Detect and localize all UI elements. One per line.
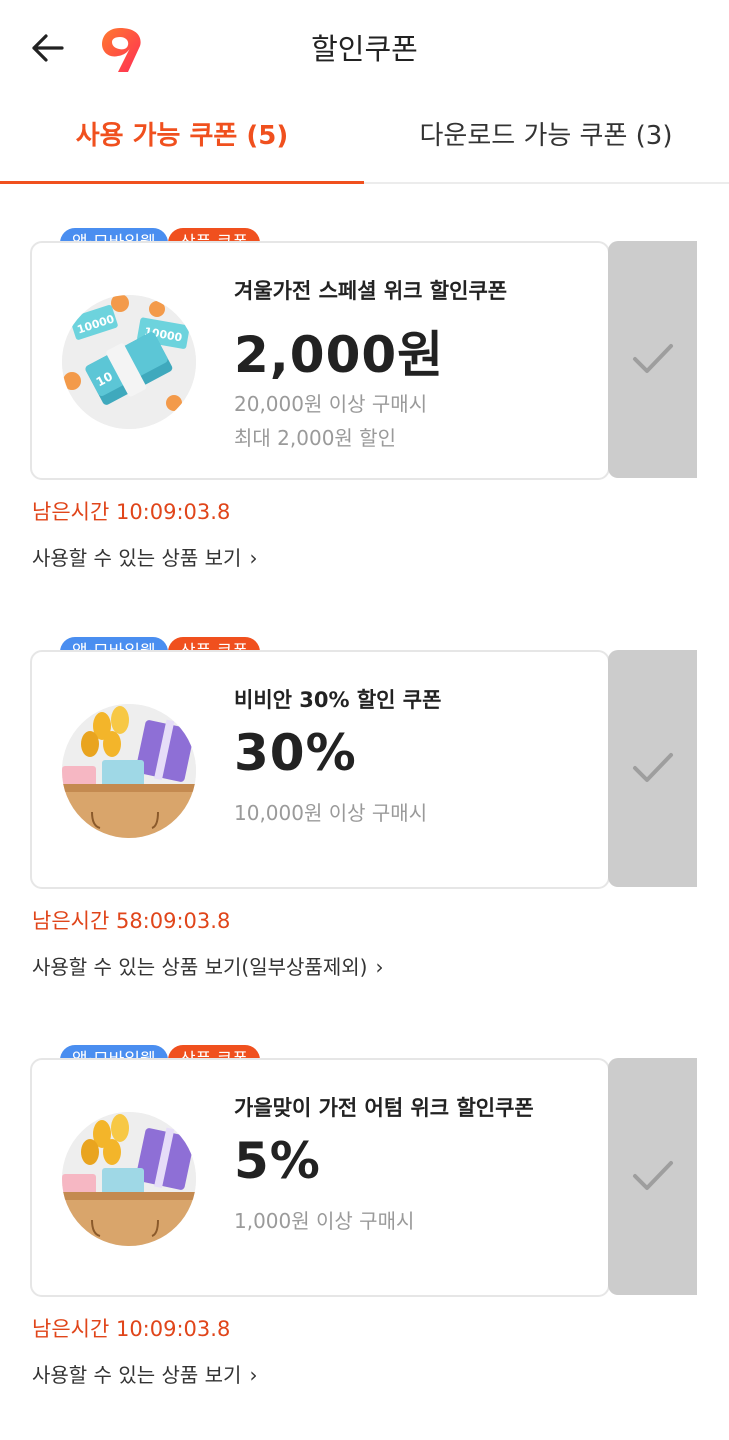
chevron-right-icon: ›: [249, 546, 258, 570]
view-link-label: 사용할 수 있는 상품 보기: [32, 546, 242, 570]
coupon-card[interactable]: 가을맞이 가전 어텀 위크 할인쿠폰 5% 1,000원 이상 구매시: [30, 1058, 610, 1297]
check-icon: [633, 753, 673, 782]
coupon-name: 비비안 30% 할인 쿠폰: [234, 688, 442, 712]
tab-available-coupons[interactable]: 사용 가능 쿠폰 (5): [0, 95, 364, 180]
coupon-max-discount: 최대 2,000원 할인: [234, 426, 396, 450]
apply-coupon-button[interactable]: [608, 241, 697, 478]
view-link-label: 사용할 수 있는 상품 보기(일부상품제외): [32, 955, 368, 979]
check-icon: [633, 344, 673, 373]
active-tab-indicator: [0, 181, 364, 184]
remaining-time: 남은시간 58:09:03.8: [32, 909, 231, 933]
chevron-right-icon: ›: [249, 1363, 258, 1387]
page-title: 할인쿠폰: [311, 32, 418, 66]
tab-downloadable-coupons[interactable]: 다운로드 가능 쿠폰 (3): [364, 95, 728, 180]
chevron-right-icon: ›: [375, 955, 384, 979]
gift-bag-icon: [62, 1112, 196, 1246]
remaining-time: 남은시간 10:09:03.8: [32, 500, 231, 524]
app-header: 할인쿠폰: [0, 0, 729, 95]
coupon-name: 가을맞이 가전 어텀 위크 할인쿠폰: [234, 1096, 534, 1120]
view-link-label: 사용할 수 있는 상품 보기: [32, 1363, 242, 1387]
coupon-amount: 2,000원: [234, 326, 445, 384]
coupon-condition: 1,000원 이상 구매시: [234, 1209, 415, 1233]
coupon-item: 앱·모바일웹 상품 쿠폰 10000 10000: [0, 228, 729, 608]
apply-coupon-button[interactable]: [608, 1058, 697, 1295]
coupon-name: 겨울가전 스페셜 위크 할인쿠폰: [234, 279, 508, 303]
coupon-card[interactable]: 비비안 30% 할인 쿠폰 30% 10,000원 이상 구매시: [30, 650, 610, 889]
coupon-amount: 30%: [234, 724, 357, 782]
coupon-amount: 5%: [234, 1132, 321, 1190]
coupon-item: 앱·모바일웹 상품 쿠폰 비비안 30% 할인 쿠폰 30% 10,000: [0, 637, 729, 1017]
coupon-card[interactable]: 10000 10000 10 겨울가전 스페셜 위크 할인쿠폰 2,000원 2…: [30, 241, 610, 480]
gift-bag-icon: [62, 704, 196, 838]
view-eligible-products-link[interactable]: 사용할 수 있는 상품 보기 ›: [32, 542, 257, 571]
coupon-item: 앱·모바일웹 상품 쿠폰 가을맞이 가전 어텀 위크 할인쿠폰 5% 1,: [0, 1045, 729, 1425]
coupon-condition: 20,000원 이상 구매시: [234, 392, 428, 416]
money-bundle-icon: 10000 10000 10: [62, 295, 196, 429]
coupon-condition: 10,000원 이상 구매시: [234, 801, 428, 825]
apply-coupon-button[interactable]: [608, 650, 697, 887]
remaining-time: 남은시간 10:09:03.8: [32, 1317, 231, 1341]
view-eligible-products-link[interactable]: 사용할 수 있는 상품 보기 ›: [32, 1359, 257, 1388]
view-eligible-products-link[interactable]: 사용할 수 있는 상품 보기(일부상품제외) ›: [32, 951, 383, 980]
check-icon: [633, 1161, 673, 1190]
coupon-tabs: 사용 가능 쿠폰 (5) 다운로드 가능 쿠폰 (3): [0, 95, 729, 184]
